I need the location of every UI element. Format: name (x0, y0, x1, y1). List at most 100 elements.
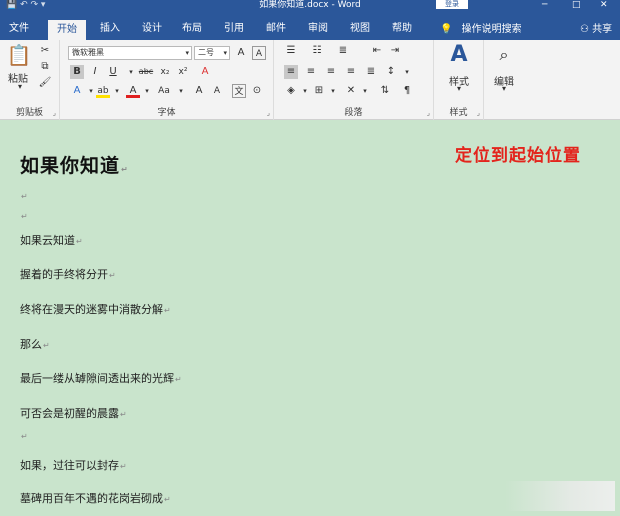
paste-icon[interactable]: 📋 (6, 44, 32, 66)
align-left-icon[interactable]: ≡ (284, 65, 298, 79)
paragraph-mark-icon: ↵ (175, 375, 182, 384)
tab-design[interactable]: 设计 (136, 18, 168, 40)
highlight-dropdown-icon[interactable]: ▾ (110, 84, 124, 98)
multilevel-list-icon[interactable]: ≣ (336, 44, 350, 58)
borders-dropdown-icon[interactable]: ▾ (326, 84, 340, 98)
doc-line: 那么↵ (20, 338, 50, 351)
group-styles: A 样式 ▾ 样式 ⌟ (434, 40, 484, 120)
doc-line: 如果，过往可以封存↵ (20, 459, 127, 472)
doc-line: 墓碑用百年不遇的花岗岩砌成↵ (20, 492, 171, 505)
doc-line: 最后一缕从罅隙间透出来的光辉↵ (20, 372, 182, 385)
styles-launcher-icon[interactable]: ⌟ (477, 109, 480, 117)
paragraph-launcher-icon[interactable]: ⌟ (427, 109, 430, 117)
grow-font-2-icon[interactable]: A (192, 84, 206, 98)
heading-text: 如果你知道 (20, 155, 121, 177)
shrink-font-icon[interactable]: A (252, 46, 266, 60)
tab-mailings[interactable]: 邮件 (260, 18, 292, 40)
font-color-icon[interactable]: A (126, 84, 140, 98)
paragraph-group-label: 段落 (344, 108, 363, 118)
paste-dropdown-icon[interactable]: ▾ (10, 82, 30, 91)
tab-insert[interactable]: 插入 (94, 18, 126, 40)
tab-view[interactable]: 视图 (344, 18, 376, 40)
doc-line: ↵ (20, 189, 28, 202)
asian-layout-dropdown-icon[interactable]: ▾ (358, 84, 372, 98)
asian-layout-icon[interactable]: ✕ (344, 84, 358, 98)
bold-button[interactable]: B (70, 65, 84, 79)
shading-icon[interactable]: ◈ (284, 84, 298, 98)
paragraph-mark-icon: ↵ (21, 212, 28, 221)
paragraph-mark-icon: ↵ (120, 410, 127, 419)
close-button[interactable]: ✕ (600, 0, 608, 10)
shrink-font-2-icon[interactable]: A (210, 84, 224, 98)
chevron-down-icon: ▾ (185, 49, 189, 57)
align-center-icon[interactable]: ≡ (304, 65, 318, 79)
distributed-icon[interactable]: ≣ (364, 65, 378, 79)
font-name-combo[interactable]: 微软雅黑 ▾ (68, 46, 192, 60)
watermark-blur (505, 481, 615, 511)
tab-layout[interactable]: 布局 (176, 18, 208, 40)
clipboard-launcher-icon[interactable]: ⌟ (53, 109, 56, 117)
tab-home[interactable]: 开始 (48, 20, 86, 40)
paragraph-mark-icon: ↵ (21, 432, 28, 441)
grow-font-icon[interactable]: A (234, 46, 248, 60)
font-launcher-icon[interactable]: ⌟ (267, 109, 270, 117)
share-button[interactable]: ⚇ 共享 (580, 22, 612, 38)
font-size-combo[interactable]: 二号 ▾ (194, 46, 230, 60)
change-case-dropdown-icon[interactable]: ▾ (174, 84, 188, 98)
tell-me-search[interactable]: 💡 操作说明搜索 (440, 22, 522, 38)
window-title: 如果你知道.docx - Word (259, 0, 361, 10)
clear-format-icon[interactable]: A (198, 65, 212, 79)
doc-line: ↵ (20, 429, 28, 442)
line-spacing-dropdown-icon[interactable]: ▾ (400, 65, 414, 79)
format-painter-icon[interactable]: 🖌 (38, 76, 52, 90)
tab-file[interactable]: 文件 (2, 18, 36, 40)
styles-dropdown-icon[interactable]: ▾ (440, 84, 478, 93)
justify-icon[interactable]: ≡ (344, 65, 358, 79)
highlight-icon[interactable]: ab (96, 84, 110, 98)
subscript-button[interactable]: x₂ (158, 65, 172, 79)
align-right-icon[interactable]: ≡ (324, 65, 338, 79)
bullets-icon[interactable]: ☰ (284, 44, 298, 58)
borders-icon[interactable]: ⊞ (312, 84, 326, 98)
numbering-icon[interactable]: ☷ (310, 44, 324, 58)
paragraph-mark-icon: ↵ (164, 495, 171, 504)
editing-dropdown-icon[interactable]: ▾ (486, 84, 522, 93)
strikethrough-button[interactable]: abc (136, 65, 156, 79)
shading-dropdown-icon[interactable]: ▾ (298, 84, 312, 98)
underline-button[interactable]: U (106, 65, 120, 79)
font-color-dropdown-icon[interactable]: ▾ (140, 84, 154, 98)
cut-icon[interactable]: ✂ (38, 44, 52, 58)
doc-line: 可否会是初醒的晨露↵ (20, 407, 127, 420)
styles-icon[interactable]: A (444, 44, 474, 66)
document-canvas[interactable]: 如果你知道↵ 定位到起始位置 ↵ ↵ 如果云知道↵ 握着的手终将分开↵ 终将在漫… (0, 121, 620, 516)
ribbon-tabs: 文件 开始 插入 设计 布局 引用 邮件 审阅 视图 帮助 💡 操作说明搜索 ⚇… (0, 12, 620, 40)
change-case-icon[interactable]: Aa (154, 84, 174, 98)
lightbulb-icon: 💡 (440, 24, 453, 35)
enclose-char-icon[interactable]: ⊙ (250, 84, 264, 98)
ribbon: 📋 粘贴 ▾ ✂ ⧉ 🖌 剪贴板 ⌟ 微软雅黑 ▾ 二号 ▾ A A B I U… (0, 40, 620, 120)
font-name-value: 微软雅黑 (72, 48, 104, 57)
title-bar: 💾 ↶ ↷ ▾ 如果你知道.docx - Word 登录 ─ □ ✕ (0, 0, 620, 12)
minimize-button[interactable]: ─ (542, 0, 547, 10)
login-button[interactable]: 登录 (436, 0, 468, 9)
find-icon[interactable]: ⌕ (492, 44, 516, 66)
tab-review[interactable]: 审阅 (302, 18, 334, 40)
increase-indent-icon[interactable]: ⇥ (388, 44, 402, 58)
paragraph-mark-icon: ↵ (120, 462, 127, 471)
doc-line: 握着的手终将分开↵ (20, 268, 116, 281)
paragraph-mark-icon: ↵ (43, 341, 50, 350)
italic-button[interactable]: I (88, 65, 102, 79)
line-spacing-icon[interactable]: ↕ (384, 65, 398, 79)
decrease-indent-icon[interactable]: ⇤ (370, 44, 384, 58)
group-font: 微软雅黑 ▾ 二号 ▾ A A B I U ▾ abc x₂ x² A A ▾ … (60, 40, 274, 120)
phonetic-guide-icon[interactable]: 文 (232, 84, 246, 98)
copy-icon[interactable]: ⧉ (38, 60, 52, 74)
share-label: 共享 (592, 24, 613, 35)
restore-button[interactable]: □ (572, 0, 581, 10)
tab-help[interactable]: 帮助 (386, 18, 418, 40)
tab-references[interactable]: 引用 (218, 18, 250, 40)
show-marks-icon[interactable]: ¶ (400, 84, 414, 98)
superscript-button[interactable]: x² (176, 65, 190, 79)
text-effect-icon[interactable]: A (70, 84, 84, 98)
sort-icon[interactable]: ⇅ (378, 84, 392, 98)
